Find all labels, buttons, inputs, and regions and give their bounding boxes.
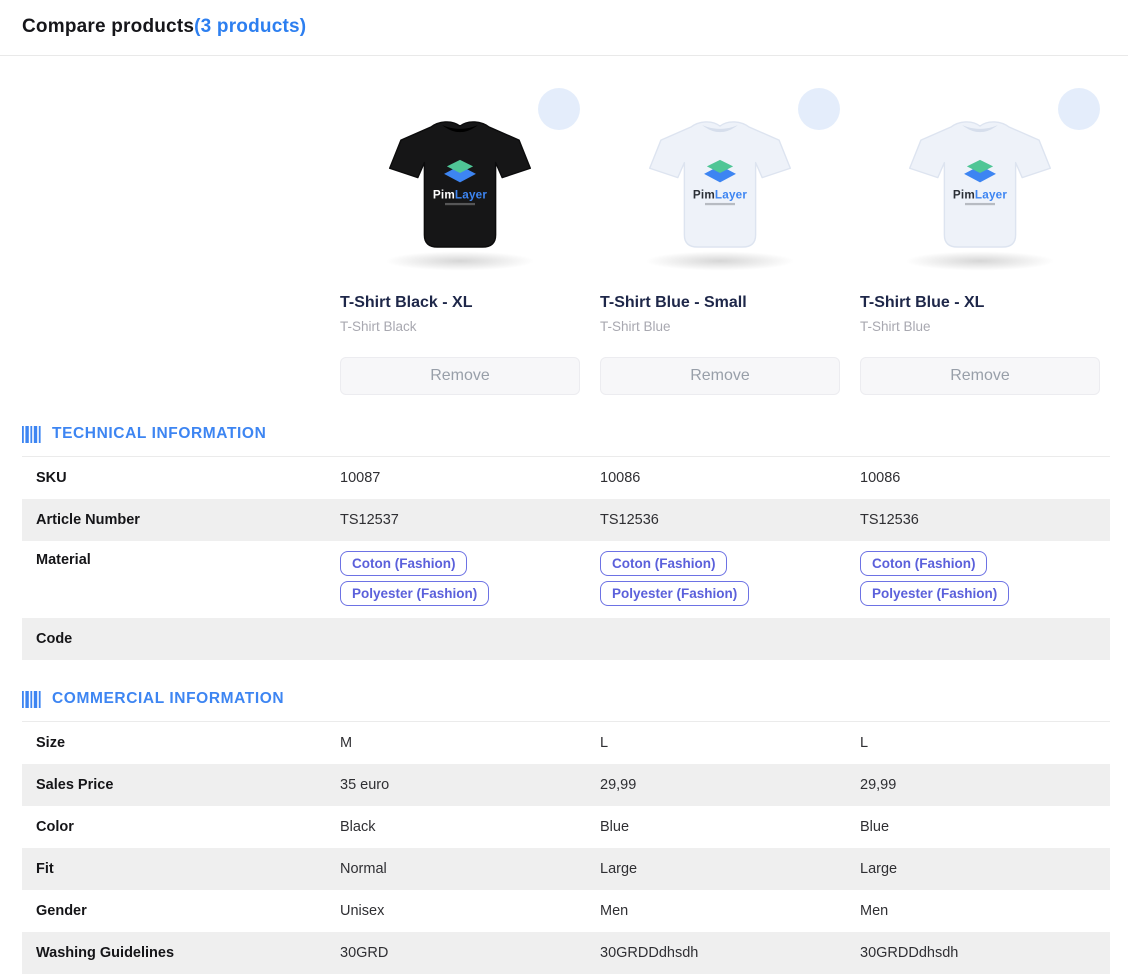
attribute-value: TS12537 [340, 512, 580, 528]
attribute-value: Large [860, 861, 1100, 877]
product-card-1: PimLayer T-Shirt Black - XL T-Shirt Blac… [340, 70, 580, 395]
section-rows: Size M L L Sales Price 35 euro 29,99 29,99 Color… [0, 722, 1128, 974]
svg-text:PimLayer: PimLayer [433, 188, 487, 201]
attribute-value: 30GRDDdhsdh [600, 945, 840, 961]
section-header: TECHNICAL INFORMATION [22, 415, 1110, 457]
product-card-2: PimLayer T-Shirt Blue - Small T-Shirt Bl… [600, 70, 840, 395]
svg-text:PimLayer: PimLayer [693, 188, 747, 201]
material-chip: Coton (Fashion) [340, 551, 467, 576]
section-header: COMMERCIAL INFORMATION [22, 680, 1110, 722]
attribute-value: Blue [600, 819, 840, 835]
product-family: T-Shirt Blue [600, 319, 840, 334]
attribute-label: Article Number [22, 501, 320, 539]
attribute-row: Washing Guidelines 30GRD 30GRDDdhsdh 30GRDD… [22, 932, 1110, 974]
material-chip: Polyester (Fashion) [860, 581, 1009, 606]
products-row: PimLayer T-Shirt Black - XL T-Shirt Blac… [22, 56, 1110, 395]
attribute-row: SKU 10087 10086 10086 [22, 457, 1110, 499]
product-family: T-Shirt Black [340, 319, 580, 334]
attribute-label: Gender [22, 892, 320, 930]
attribute-value-chips: Coton (Fashion) Polyester (Fashion) [860, 541, 1100, 618]
attribute-value: Large [600, 861, 840, 877]
attribute-value: 10086 [860, 470, 1100, 486]
attribute-row: Article Number TS12537 TS12536 TS12536 [22, 499, 1110, 541]
attribute-value: Black [340, 819, 580, 835]
page-title-text: Compare products [22, 16, 194, 37]
product-image: PimLayer [860, 112, 1100, 264]
remove-button[interactable]: Remove [340, 357, 580, 395]
attribute-label: SKU [22, 459, 320, 497]
svg-text:PimLayer: PimLayer [953, 188, 1007, 201]
attribute-label: Washing Guidelines [22, 934, 320, 972]
section: TECHNICAL INFORMATION SKU 10087 10086 10086… [0, 415, 1128, 660]
attribute-row: Material Coton (Fashion) Polyester (Fashio… [22, 541, 1110, 618]
attribute-value: 10086 [600, 470, 840, 486]
attribute-label: Size [22, 724, 320, 762]
attribute-value: L [860, 735, 1100, 751]
product-count-badge: (3 products) [194, 16, 306, 37]
attribute-value: Unisex [340, 903, 580, 919]
attribute-value: 30GRDDdhsdh [860, 945, 1100, 961]
product-name: T-Shirt Black - XL [340, 294, 580, 312]
barcode-icon [22, 691, 43, 708]
attribute-value: 29,99 [600, 777, 840, 793]
tshirt-graphic: PimLayer [626, 112, 814, 262]
section-rows: SKU 10087 10086 10086 Article Number TS12537 T… [0, 457, 1128, 660]
barcode-icon [22, 426, 43, 443]
attribute-value: 30GRD [340, 945, 580, 961]
product-image: PimLayer [340, 112, 580, 264]
attribute-value: 35 euro [340, 777, 580, 793]
attribute-label: Sales Price [22, 766, 320, 804]
attribute-label: Material [22, 541, 320, 579]
attribute-value: 10087 [340, 470, 580, 486]
attribute-value: Blue [860, 819, 1100, 835]
remove-button[interactable]: Remove [860, 357, 1100, 395]
section: COMMERCIAL INFORMATION Size M L L Sales Pric… [0, 680, 1128, 974]
tshirt-graphic: PimLayer [366, 112, 554, 262]
product-image: PimLayer [600, 112, 840, 264]
products-row-spacer [22, 70, 320, 395]
material-chip: Polyester (Fashion) [340, 581, 489, 606]
attribute-value: M [340, 735, 580, 751]
section-title: COMMERCIAL INFORMATION [52, 690, 284, 708]
product-name: T-Shirt Blue - Small [600, 294, 840, 312]
attribute-value: TS12536 [600, 512, 840, 528]
attribute-label: Color [22, 808, 320, 846]
attribute-label: Code [22, 620, 320, 658]
page-title: Compare products(3 products) [0, 0, 1128, 56]
tshirt-graphic: PimLayer [886, 112, 1074, 262]
attribute-label: Fit [22, 850, 320, 888]
attribute-value: Normal [340, 861, 580, 877]
attribute-row: Fit Normal Large Large [22, 848, 1110, 890]
attribute-row: Color Black Blue Blue [22, 806, 1110, 848]
attribute-row: Sales Price 35 euro 29,99 29,99 [22, 764, 1110, 806]
attribute-value-chips: Coton (Fashion) Polyester (Fashion) [600, 541, 840, 618]
attribute-value: L [600, 735, 840, 751]
attribute-value-chips: Coton (Fashion) Polyester (Fashion) [340, 541, 580, 618]
material-chip: Coton (Fashion) [860, 551, 987, 576]
product-family: T-Shirt Blue [860, 319, 1100, 334]
product-name: T-Shirt Blue - XL [860, 294, 1100, 312]
sections-container: TECHNICAL INFORMATION SKU 10087 10086 10086… [0, 415, 1128, 974]
compare-products-page: Compare products(3 products) PimLayer T-… [0, 0, 1128, 974]
attribute-value: Men [600, 903, 840, 919]
section-title: TECHNICAL INFORMATION [52, 425, 266, 443]
product-card-3: PimLayer T-Shirt Blue - XL T-Shirt Blue … [860, 70, 1100, 395]
attribute-row: Gender Unisex Men Men [22, 890, 1110, 932]
attribute-row: Code [22, 618, 1110, 660]
attribute-value: 29,99 [860, 777, 1100, 793]
attribute-value: TS12536 [860, 512, 1100, 528]
attribute-row: Size M L L [22, 722, 1110, 764]
remove-button[interactable]: Remove [600, 357, 840, 395]
material-chip: Polyester (Fashion) [600, 581, 749, 606]
material-chip: Coton (Fashion) [600, 551, 727, 576]
attribute-value: Men [860, 903, 1100, 919]
